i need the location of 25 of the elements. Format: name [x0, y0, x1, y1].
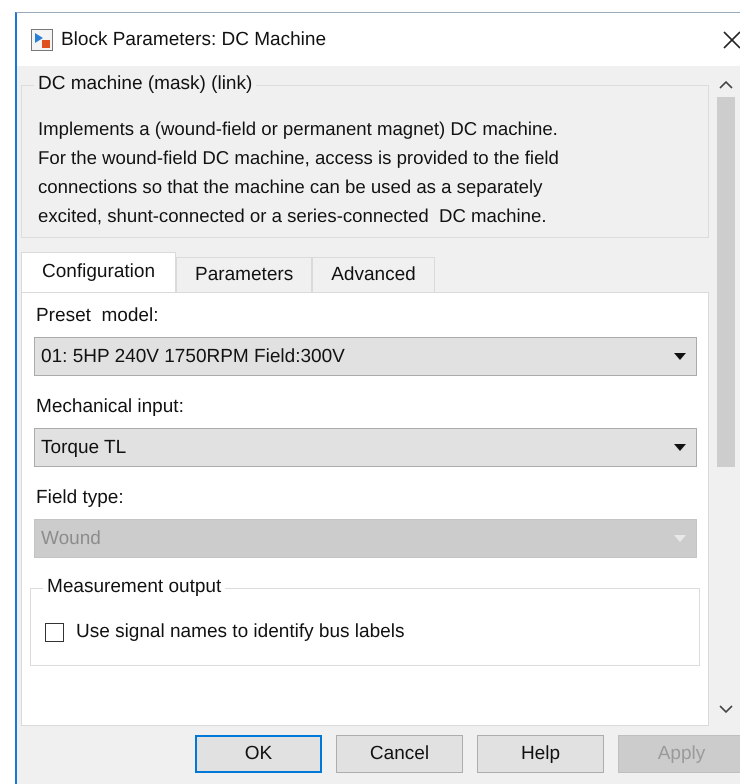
caret-icon [674, 535, 686, 542]
scroll-up-icon[interactable] [719, 80, 733, 89]
dialog-button[interactable]: OK [195, 735, 322, 773]
caret-icon [674, 444, 686, 451]
tab[interactable]: Advanced [312, 257, 435, 292]
scroll-down-icon[interactable] [719, 705, 733, 714]
tab[interactable]: Parameters [176, 257, 312, 292]
caret-icon [674, 353, 686, 360]
dropdown[interactable]: Torque TL [34, 428, 697, 467]
field-label: Mechanical input: [36, 396, 185, 418]
field-label: Preset model: [36, 305, 160, 327]
checkbox-label: Use signal names to identify bus labels [76, 621, 404, 643]
scroll-thumb[interactable] [717, 97, 735, 467]
field-label: Field type: [36, 487, 125, 509]
dropdown[interactable]: 01: 5HP 240V 1750RPM Field:300V [34, 337, 697, 376]
description-text: Implements a (wound-field or permanent magnet) DC machine. For the wound-field DC machine, access is provided to the field connections so that the machine can be used as a separately excited, shunt-connected or a series-connected DC machine. [38, 117, 560, 228]
dialog-button[interactable]: Cancel [336, 735, 463, 773]
group-title: Measurement output [43, 576, 226, 598]
tab[interactable]: Configuration [21, 252, 176, 292]
window-title: Block Parameters: DC Machine [61, 28, 328, 50]
checkbox[interactable] [45, 622, 64, 642]
dialog-button[interactable]: Help [477, 735, 604, 773]
app-icon [31, 28, 53, 50]
group-title: DC machine (mask) (link) [34, 73, 256, 95]
close-icon[interactable] [722, 30, 740, 50]
